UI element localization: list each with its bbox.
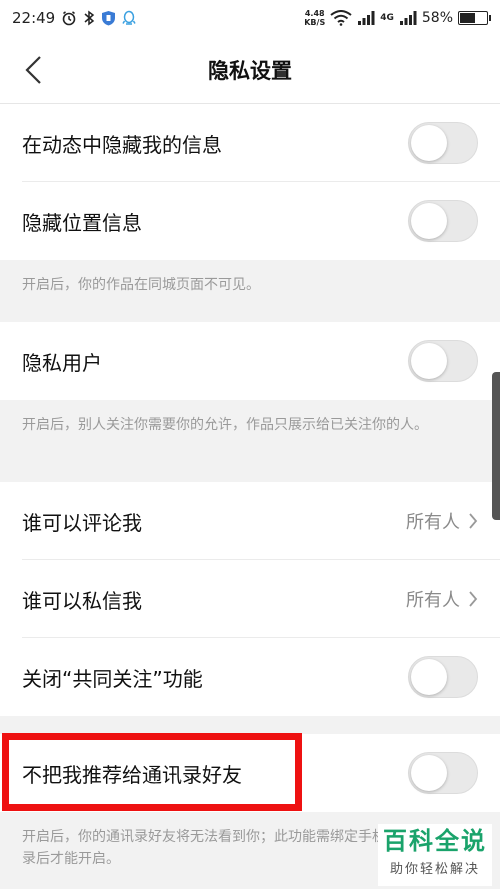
status-bar: 22:49 4.48 KB/S 4G 58%: [0, 0, 500, 36]
battery-fill: [460, 13, 476, 23]
alarm-icon: [62, 11, 76, 26]
shield-icon: [102, 11, 116, 26]
close-mutual-follow-label: 关闭“共同关注”功能: [22, 666, 203, 691]
watermark-logo: 百科全说 助你轻松解决: [378, 824, 492, 886]
watermark-subtitle: 助你轻松解决: [389, 862, 480, 877]
toggle-knob: [411, 125, 447, 161]
hide-in-feed-label: 在动态中隐藏我的信息: [22, 132, 222, 157]
hide-location-row[interactable]: 隐藏位置信息: [0, 182, 500, 260]
chevron-left-icon: [25, 56, 41, 84]
no-recommend-contacts-toggle[interactable]: [408, 752, 478, 794]
wifi-icon: [330, 10, 352, 26]
private-user-toggle[interactable]: [408, 340, 478, 382]
battery-percent: 58%: [421, 10, 453, 26]
page-title: 隐私设置: [208, 58, 292, 83]
chevron-right-icon: [469, 591, 478, 607]
toggle-knob: [411, 755, 447, 791]
scrollbar[interactable]: [492, 372, 500, 520]
toggle-knob: [411, 659, 447, 695]
who-can-message-value: 所有人: [406, 590, 460, 611]
hide-in-feed-row[interactable]: 在动态中隐藏我的信息: [0, 104, 500, 182]
battery-icon: [458, 11, 491, 25]
who-can-comment-label: 谁可以评论我: [22, 510, 142, 535]
watermark-title: 百科全说: [383, 827, 487, 855]
cellular-signal-icon-2: [399, 11, 417, 25]
close-mutual-follow-row[interactable]: 关闭“共同关注”功能: [0, 638, 500, 716]
back-button[interactable]: [14, 50, 54, 90]
who-can-message-label: 谁可以私信我: [22, 588, 142, 613]
who-can-message-row[interactable]: 谁可以私信我 所有人: [0, 560, 500, 638]
hide-location-label: 隐藏位置信息: [22, 210, 142, 235]
bluetooth-icon: [84, 10, 95, 26]
qq-icon: [122, 10, 136, 25]
hide-location-toggle[interactable]: [408, 200, 478, 242]
highlight-box: [2, 733, 302, 811]
network-type-label: 4G: [380, 13, 394, 23]
who-can-comment-value: 所有人: [406, 512, 460, 533]
chevron-right-icon: [469, 513, 478, 529]
close-mutual-follow-toggle[interactable]: [408, 656, 478, 698]
private-note: 开启后，别人关注你需要你的允许，作品只展示给已关注你的人。: [22, 417, 428, 433]
private-user-label: 隐私用户: [22, 350, 102, 375]
net-speed: 4.48 KB/S: [304, 9, 326, 27]
hide-in-feed-toggle[interactable]: [408, 122, 478, 164]
cellular-signal-icon: [358, 11, 375, 25]
private-user-row[interactable]: 隐私用户: [0, 322, 500, 400]
location-note: 开启后，你的作品在同城页面不可见。: [22, 277, 260, 293]
nav-bar: 隐私设置: [0, 36, 500, 104]
toggle-knob: [411, 203, 447, 239]
who-can-comment-row[interactable]: 谁可以评论我 所有人: [0, 482, 500, 560]
toggle-knob: [411, 343, 447, 379]
status-time: 22:49: [12, 9, 56, 27]
